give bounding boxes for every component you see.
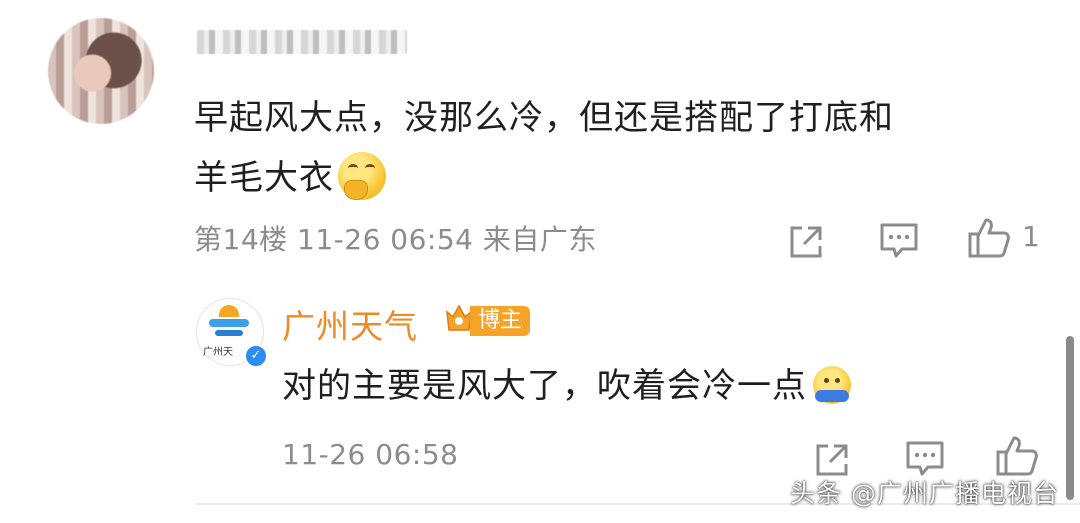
blogger-badge: 博主 (470, 306, 531, 336)
comment-meta: 第14楼 11-26 06:54 来自广东 (194, 223, 597, 256)
verified-check-icon: ✓ (244, 344, 268, 368)
scrollbar[interactable] (1066, 336, 1074, 500)
reply-author-name[interactable]: 广州天气 (282, 300, 418, 348)
commenter-username-blurred[interactable] (197, 30, 407, 54)
comment-thread: 早起风大点，没那么冷，但还是搭配了打底和 羊毛大衣 第14楼 11-26 06:… (0, 0, 1080, 523)
cold-face-emoji-icon (813, 365, 851, 404)
share-icon[interactable] (786, 222, 826, 262)
thinking-face-emoji-icon (338, 151, 386, 200)
like-count: 1 (1022, 220, 1040, 253)
comment-line-2-text: 羊毛大衣 (194, 158, 334, 198)
reply-text: 对的主要是风大了，吹着会冷一点 (282, 366, 807, 406)
comment-body: 早起风大点，没那么冷，但还是搭配了打底和 羊毛大衣 (194, 88, 1034, 208)
comment-icon[interactable] (878, 220, 920, 260)
comment-icon[interactable] (904, 438, 946, 478)
comment-line-1: 早起风大点，没那么冷，但还是搭配了打底和 (194, 98, 894, 138)
commenter-avatar[interactable] (48, 18, 154, 124)
watermark: 头条 @广州广播电视台 (790, 479, 1059, 508)
thumbs-up-icon[interactable] (966, 216, 1012, 260)
comment-line-2: 羊毛大衣 (194, 148, 1034, 208)
thumbs-up-icon[interactable] (994, 434, 1040, 478)
reply-timestamp: 11-26 06:58 (282, 438, 459, 471)
reply-body: 对的主要是风大了，吹着会冷一点 (282, 358, 851, 414)
avatar-label: 广州天 (203, 347, 233, 358)
